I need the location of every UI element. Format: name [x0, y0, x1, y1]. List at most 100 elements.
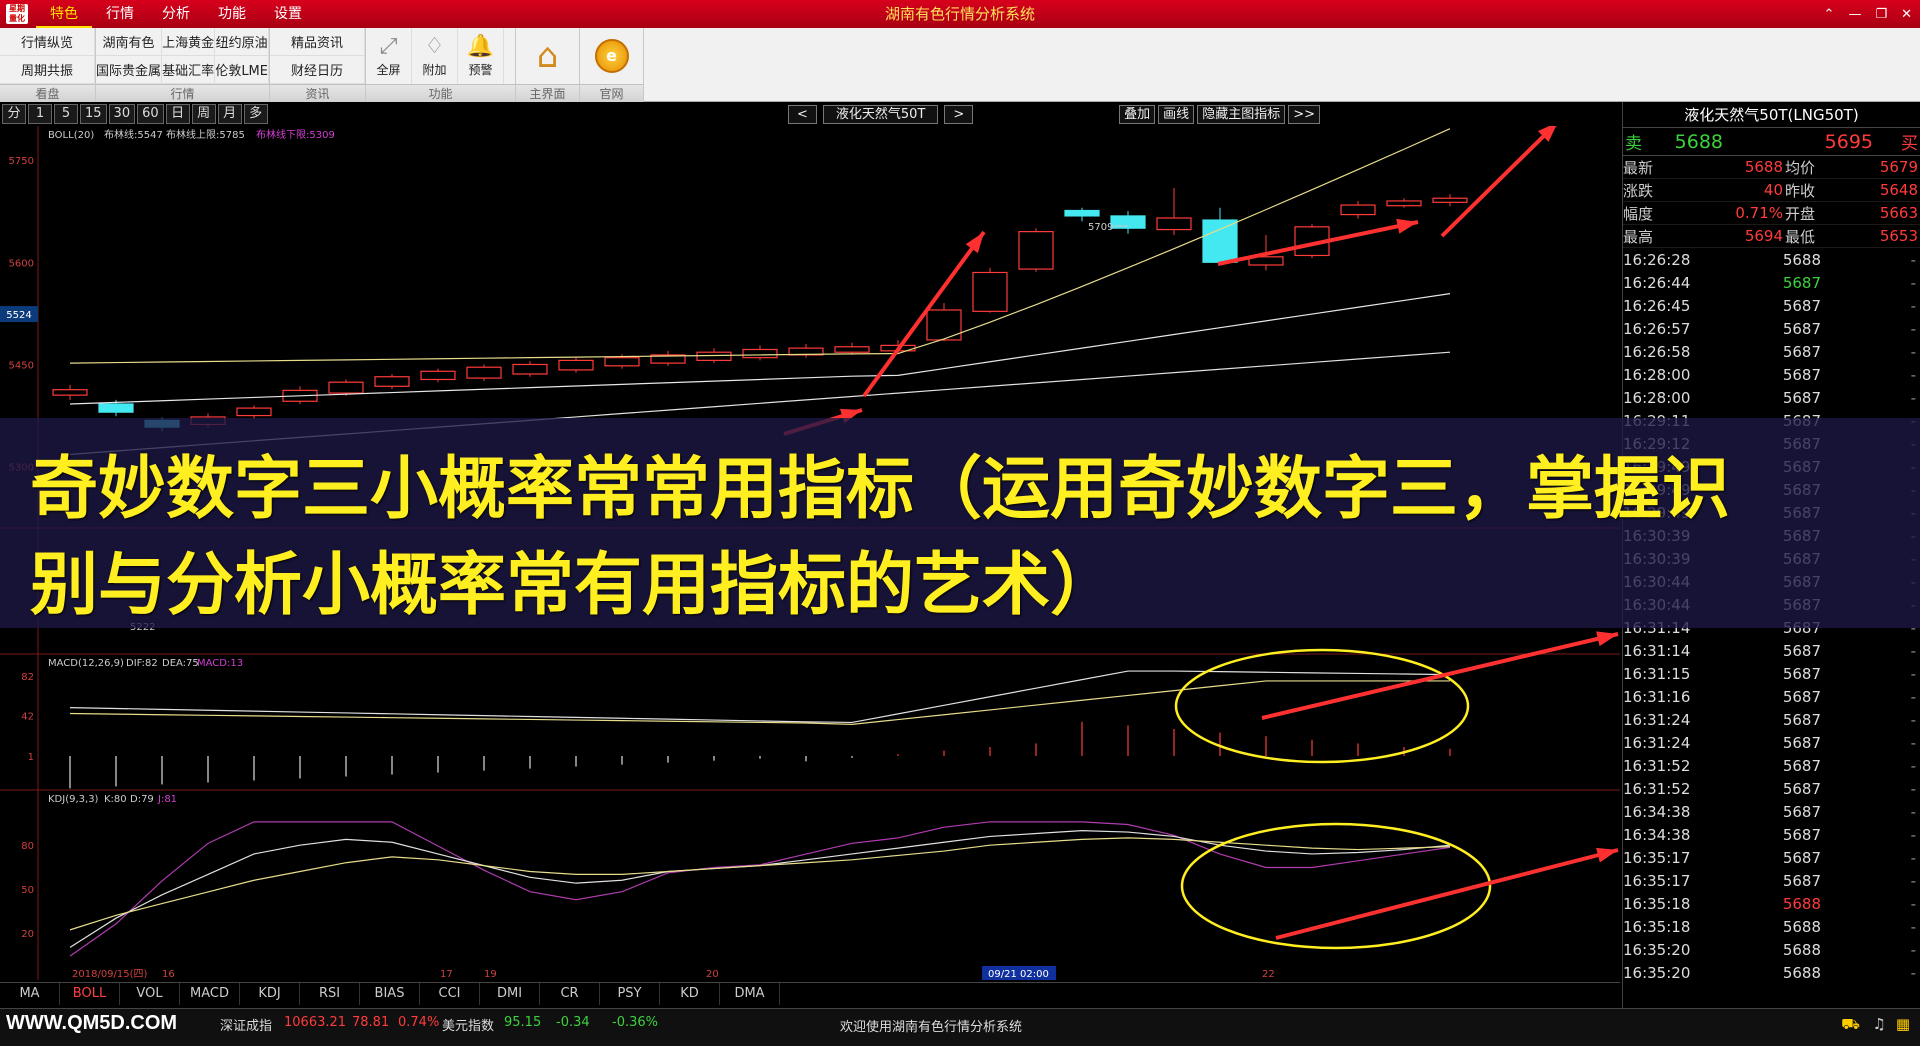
toolbar-button[interactable]: 财经日历 [270, 56, 365, 84]
tick-price: 5687 [1782, 802, 1821, 821]
stat-value: 5653 [1879, 227, 1918, 245]
date-label: 19 [484, 969, 497, 980]
toolbar-button[interactable]: 国际贵金属 [96, 56, 163, 84]
toolbar-button[interactable]: 上海黄金 [162, 28, 216, 56]
kdj-tick-label: 20 [21, 929, 34, 940]
indicator-tab-macd[interactable]: MACD [180, 983, 240, 1005]
cart-icon[interactable]: ⛟ [1841, 1015, 1860, 1035]
alert-button[interactable]: 🔔 预警 [458, 28, 504, 84]
tick-volume: - [1910, 365, 1916, 384]
menu-item-4[interactable]: 设置 [260, 0, 316, 28]
indicator-tab-cr[interactable]: CR [540, 983, 600, 1005]
tick-volume: - [1910, 641, 1916, 660]
indicator-tabs: MA BOLL VOL MACD KDJ RSI BIAS CCI DMI CR PSY KD DMA [0, 982, 1620, 1006]
period-button[interactable]: 30 [108, 104, 136, 124]
next-symbol-button[interactable]: > [944, 105, 974, 124]
period-button[interactable]: 多 [243, 104, 268, 124]
minimize-icon[interactable]: — [1848, 7, 1861, 22]
toolbar-caption: 行情 [96, 84, 269, 102]
macd-dif-label: DIF:82 [126, 658, 158, 669]
indicator-tab-cci[interactable]: CCI [420, 983, 480, 1005]
restore-icon[interactable]: ❐ [1875, 7, 1887, 22]
tick-price: 5687 [1782, 733, 1821, 752]
tick-price: 5687 [1782, 710, 1821, 729]
toolbar-button[interactable]: 基础汇率 [162, 56, 216, 84]
indicator-tab-dma[interactable]: DMA [720, 983, 780, 1005]
layout-icon[interactable]: ▦ [1896, 1015, 1910, 1033]
indicator-tab-psy[interactable]: PSY [600, 983, 660, 1005]
prev-symbol-button[interactable]: < [788, 105, 817, 124]
tick-time: 16:31:24 [1623, 710, 1691, 729]
chart-tool-button[interactable]: >> [1288, 105, 1320, 124]
tick-volume: - [1910, 779, 1916, 798]
kdj-k-line [69, 829, 1451, 948]
candle-body [466, 366, 502, 379]
collapse-icon[interactable]: ⌃ [1824, 7, 1835, 22]
period-button[interactable]: 5 [54, 104, 78, 124]
period-button[interactable]: 60 [137, 104, 164, 124]
indicator-tab-vol[interactable]: VOL [120, 983, 180, 1005]
tick-price: 5688 [1782, 894, 1821, 913]
tick-row: 16:35:20 5688 - [1623, 938, 1920, 961]
stat-value: 5663 [1879, 204, 1918, 222]
chart-tools: 叠加 画线 隐藏主图指标 >> [1119, 105, 1320, 124]
stat-label: 均价 [1785, 158, 1816, 177]
attach-button[interactable]: ♢ 附加 [412, 28, 458, 84]
toolbar-button[interactable]: 精品资讯 [270, 28, 365, 56]
official-site-button[interactable]: e [589, 28, 635, 84]
close-icon[interactable]: ✕ [1901, 7, 1912, 22]
toolbar-button[interactable]: 伦敦LME [215, 56, 269, 84]
toolbar-grid: 精品资讯 财经日历 [270, 28, 365, 84]
candle-body [98, 403, 134, 413]
stat-label: 幅度 [1623, 204, 1654, 223]
window-controls: ⌃ — ❐ ✕ [1824, 0, 1912, 28]
toolbar-group-home: ⌂ 主界面 [516, 28, 580, 102]
period-button[interactable]: 1 [28, 104, 52, 124]
buy-price: 5695 [1824, 130, 1873, 153]
indicator-tab-bias[interactable]: BIAS [360, 983, 420, 1005]
indicator-tab-boll[interactable]: BOLL [60, 983, 120, 1005]
candle-body [1202, 219, 1238, 263]
toolbar-button[interactable]: 纽约原油 [215, 28, 269, 56]
stat-value: 40 [1763, 181, 1783, 199]
menu-item-1[interactable]: 行情 [92, 0, 148, 28]
indicator-tab-dmi[interactable]: DMI [480, 983, 540, 1005]
indicator-tab-rsi[interactable]: RSI [300, 983, 360, 1005]
toolbar-caption: 看盘 [0, 84, 95, 102]
tick-row: 16:31:14 5687 - [1623, 639, 1920, 662]
chart-tool-button[interactable]: 叠加 [1119, 105, 1156, 124]
candle-body [1432, 197, 1468, 203]
tick-price: 5687 [1782, 319, 1821, 338]
status-bar: WWW.QM5D.COM 深证成指 10663.21 78.81 0.74% 美… [0, 1008, 1920, 1046]
tick-volume: - [1910, 848, 1916, 867]
fullscreen-button[interactable]: ⤢ 全屏 [366, 28, 412, 84]
indicator-tab-kdj[interactable]: KDJ [240, 983, 300, 1005]
candle-body [604, 357, 640, 367]
chart-tool-button[interactable]: 隐藏主图指标 [1197, 105, 1286, 124]
annotation-arrow [1275, 848, 1619, 940]
toolbar-button[interactable]: 湖南有色 [96, 28, 163, 56]
indicator-tab-ma[interactable]: MA [0, 983, 60, 1005]
period-button[interactable]: 周 [191, 104, 216, 124]
tick-time: 16:26:28 [1623, 250, 1691, 269]
toolbar-button[interactable]: 周期共振 [0, 56, 95, 84]
bell-status-icon[interactable]: ♫ [1873, 1015, 1886, 1033]
menu-item-0[interactable]: 特色 [36, 0, 92, 28]
annotation-ellipse [1174, 648, 1470, 764]
toolbar-button[interactable]: 行情纵览 [0, 28, 95, 56]
tick-price: 5687 [1782, 687, 1821, 706]
symbol-name[interactable]: 液化天然气50T [822, 105, 939, 124]
period-button[interactable]: 分 [2, 104, 26, 124]
home-button[interactable]: ⌂ [525, 28, 571, 84]
tick-row: 16:26:28 5688 - [1623, 248, 1920, 271]
menu-item-2[interactable]: 分析 [148, 0, 204, 28]
chart-tool-button[interactable]: 画线 [1158, 105, 1195, 124]
indicator-tab-kd[interactable]: KD [660, 983, 720, 1005]
stat-value: 5679 [1879, 158, 1918, 176]
period-button[interactable]: 月 [217, 104, 242, 124]
menu-item-3[interactable]: 功能 [204, 0, 260, 28]
period-button[interactable]: 日 [165, 104, 190, 124]
period-button[interactable]: 15 [80, 104, 107, 124]
tick-volume: - [1910, 664, 1916, 683]
annotation-ellipse [1180, 822, 1492, 950]
